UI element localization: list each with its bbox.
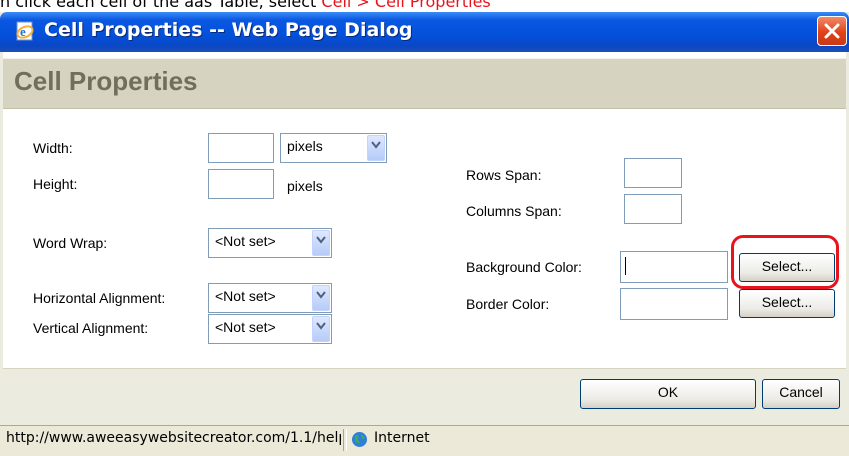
- bordercolor-select-button[interactable]: Select...: [739, 289, 835, 318]
- instruction-caption: n click each cell of the aas Table, sele…: [0, 0, 849, 10]
- dropdown-arrow[interactable]: [312, 230, 330, 256]
- ie-document-icon: e: [16, 21, 34, 41]
- valign-select[interactable]: <Not set>: [208, 314, 332, 344]
- cancel-button[interactable]: Cancel: [762, 379, 840, 409]
- halign-value: <Not set>: [215, 288, 276, 304]
- colspan-input[interactable]: [624, 194, 682, 224]
- instruction-highlight: Cell > Cell Properties: [321, 0, 491, 10]
- chevron-down-icon: [316, 236, 326, 244]
- security-zone-label: Internet: [374, 430, 430, 446]
- globe-icon: [352, 432, 367, 447]
- dropdown-arrow[interactable]: [367, 135, 385, 161]
- dropdown-arrow[interactable]: [312, 316, 330, 342]
- text-caret: [625, 257, 626, 275]
- width-input[interactable]: [208, 133, 274, 163]
- height-unit-label: pixels: [287, 178, 323, 194]
- colspan-label: Columns Span:: [466, 203, 562, 219]
- valign-label: Vertical Alignment:: [33, 320, 149, 336]
- dialog-title: Cell Properties -- Web Page Dialog: [44, 19, 413, 41]
- dropdown-arrow[interactable]: [312, 285, 330, 311]
- close-x-icon: [824, 23, 840, 39]
- ok-label: OK: [657, 384, 679, 400]
- wordwrap-value: <Not set>: [215, 233, 276, 249]
- width-unit-value: pixels: [287, 138, 323, 154]
- chevron-down-icon: [371, 141, 381, 149]
- status-url: http://www.aweeasywebsitecreator.com/1.1…: [6, 430, 341, 446]
- status-divider: [343, 429, 347, 451]
- width-unit-select[interactable]: pixels: [280, 133, 387, 163]
- width-label: Width:: [33, 140, 73, 156]
- chevron-down-icon: [316, 291, 326, 299]
- bgcolor-label: Background Color:: [466, 259, 582, 275]
- height-input[interactable]: [208, 169, 274, 199]
- page-title: Cell Properties: [14, 66, 198, 96]
- halign-label: Horizontal Alignment:: [33, 290, 166, 306]
- close-button[interactable]: [817, 16, 847, 46]
- rowspan-input[interactable]: [624, 158, 682, 188]
- valign-value: <Not set>: [215, 319, 276, 335]
- height-label: Height:: [33, 176, 78, 192]
- bordercolor-select-label: Select...: [761, 294, 813, 310]
- bordercolor-label: Border Color:: [466, 296, 550, 312]
- bgcolor-input[interactable]: [620, 251, 728, 283]
- rowspan-label: Rows Span:: [466, 167, 542, 183]
- wordwrap-label: Word Wrap:: [33, 235, 108, 251]
- annotation-highlight: [731, 235, 839, 289]
- halign-select[interactable]: <Not set>: [208, 283, 332, 313]
- wordwrap-select[interactable]: <Not set>: [208, 228, 332, 258]
- ok-button[interactable]: OK: [580, 379, 756, 409]
- chevron-down-icon: [316, 322, 326, 330]
- bordercolor-input[interactable]: [620, 288, 728, 320]
- cancel-label: Cancel: [779, 384, 823, 400]
- svg-text:e: e: [20, 24, 26, 39]
- instruction-text: n click each cell of the aas Table, sele…: [0, 0, 317, 10]
